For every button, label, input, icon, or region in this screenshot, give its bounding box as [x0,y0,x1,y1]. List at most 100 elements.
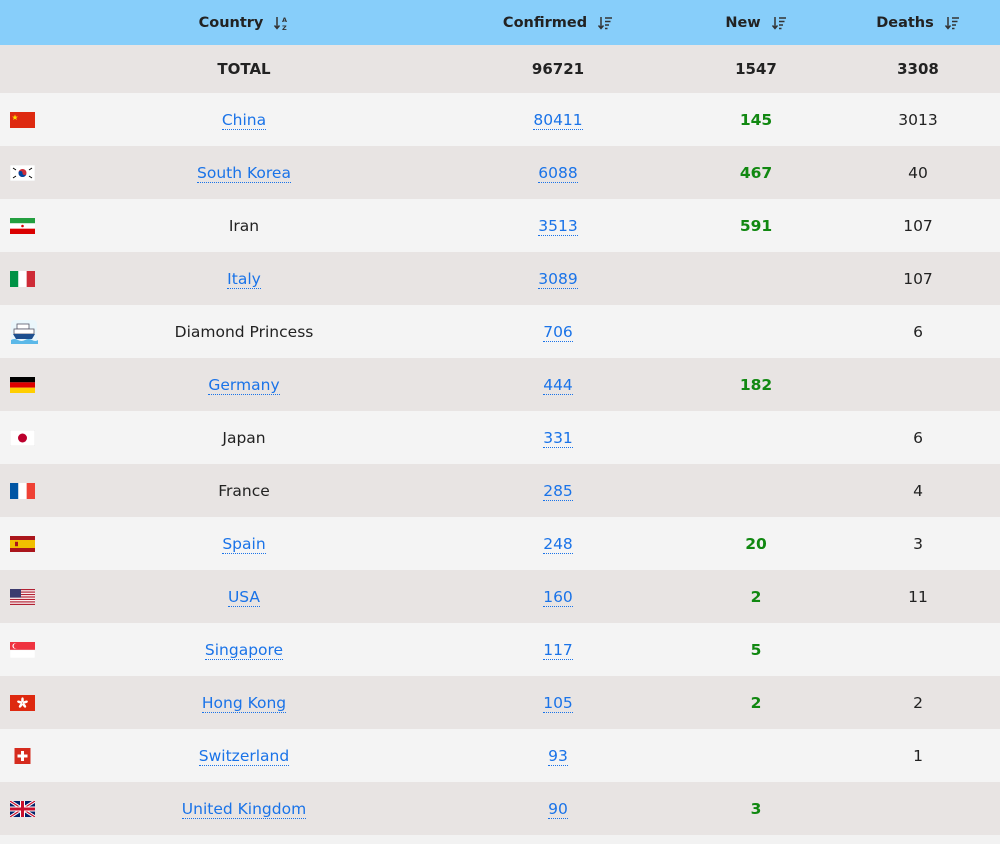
country-cell: France [48,464,440,517]
deaths-value: 107 [903,216,933,235]
new-cases-value [676,252,836,305]
country-hong-kong-link[interactable]: Hong Kong [201,693,287,713]
confirmed-cell: 6088 [440,146,676,199]
country-iran-label: Iran [228,216,260,235]
deaths-value [836,782,1000,835]
confirmed-link[interactable]: 117 [543,640,573,660]
confirmed-link[interactable]: 248 [543,534,573,554]
sort-desc-icon[interactable] [944,15,960,31]
sort-desc-icon[interactable] [771,15,787,31]
table-row: USA 160 2 11 [0,570,1000,623]
confirmed-link[interactable]: 3513 [538,216,578,236]
flag-cell [0,623,48,676]
header-deaths[interactable]: Deaths [836,0,1000,45]
country-cell: China [48,93,440,146]
cases-table: Country A Z Confirmed New Deaths TOTAL 9… [0,0,1000,835]
deaths-value [836,358,1000,411]
flag-cell [0,782,48,835]
deaths-value: 3013 [898,110,938,129]
country-france-label: France [218,481,270,500]
table-row: Diamond Princess 706 6 [0,305,1000,358]
country-cell: Germany [48,358,440,411]
flag-cell [0,517,48,570]
country-singapore-link[interactable]: Singapore [204,640,284,660]
new-cases-value: 2 [750,587,762,606]
total-confirmed: 96721 [531,60,585,78]
japan-flag-icon [9,429,36,447]
iran-flag-icon [10,218,35,234]
confirmed-cell: 3089 [440,252,676,305]
deaths-value: 6 [913,428,923,447]
sort-desc-icon[interactable] [597,15,613,31]
country-cell: Hong Kong [48,676,440,729]
deaths-value: 11 [908,587,928,606]
deaths-value: 40 [908,163,928,182]
italy-flag-icon [10,271,35,287]
deaths-value: 6 [913,322,923,341]
table-row: China 80411 145 3013 [0,93,1000,146]
uk-flag-icon [9,799,36,819]
usa-flag-icon [10,589,35,605]
table-row: Iran 3513 591 107 [0,199,1000,252]
new-cases-value [676,464,836,517]
confirmed-link[interactable]: 3089 [538,269,578,289]
confirmed-link[interactable]: 93 [548,746,568,766]
new-cases-value: 2 [750,693,762,712]
country-germany-link[interactable]: Germany [208,375,280,395]
total-label: TOTAL [217,60,271,78]
confirmed-link[interactable]: 6088 [538,163,578,183]
confirmed-link[interactable]: 444 [543,375,573,395]
flag-cell [0,305,48,358]
confirmed-link[interactable]: 160 [543,587,573,607]
confirmed-cell: 90 [440,782,676,835]
country-switzerland-link[interactable]: Switzerland [198,746,290,766]
country-china-link[interactable]: China [221,110,267,130]
sort-asc-az-icon[interactable]: A Z [273,15,289,31]
flag-cell [0,146,48,199]
new-cases-value: 5 [750,640,762,659]
country-cell: USA [48,570,440,623]
confirmed-cell: 285 [440,464,676,517]
new-cases-value [676,305,836,358]
table-row: United Kingdom 90 3 [0,782,1000,835]
confirmed-link[interactable]: 331 [543,428,573,448]
header-deaths-label: Deaths [876,14,934,31]
confirmed-link[interactable]: 285 [543,481,573,501]
china-flag-icon [10,112,35,128]
germany-flag-icon [10,377,35,393]
new-cases-value: 145 [739,110,773,129]
spain-flag-icon [10,536,35,552]
deaths-value: 107 [903,269,933,288]
confirmed-link[interactable]: 105 [543,693,573,713]
table-row: Germany 444 182 [0,358,1000,411]
country-south-korea-link[interactable]: South Korea [197,163,291,183]
flag-cell [0,464,48,517]
total-deaths: 3308 [897,60,939,78]
country-cell: Diamond Princess [48,305,440,358]
flag-cell [0,676,48,729]
country-italy-link[interactable]: Italy [227,269,261,289]
header-confirmed[interactable]: Confirmed [440,0,676,45]
country-usa-link[interactable]: USA [227,587,261,607]
header-country[interactable]: Country A Z [48,0,440,45]
deaths-value: 1 [913,746,923,765]
country-united-kingdom-link[interactable]: United Kingdom [181,799,307,819]
confirmed-cell: 93 [440,729,676,782]
flag-cell [0,252,48,305]
new-cases-value [676,729,836,782]
header-new[interactable]: New [676,0,836,45]
flag-cell [0,199,48,252]
deaths-value: 3 [913,534,923,553]
table-header-row: Country A Z Confirmed New Deaths [0,0,1000,45]
confirmed-cell: 444 [440,358,676,411]
country-spain-link[interactable]: Spain [222,534,266,554]
country-cell: Singapore [48,623,440,676]
confirmed-cell: 105 [440,676,676,729]
switzerland-flag-icon [10,748,35,764]
country-cell: United Kingdom [48,782,440,835]
confirmed-link[interactable]: 80411 [533,110,583,130]
country-diamond-princess-label: Diamond Princess [174,322,314,341]
confirmed-link[interactable]: 90 [548,799,568,819]
confirmed-cell: 331 [440,411,676,464]
confirmed-link[interactable]: 706 [543,322,573,342]
